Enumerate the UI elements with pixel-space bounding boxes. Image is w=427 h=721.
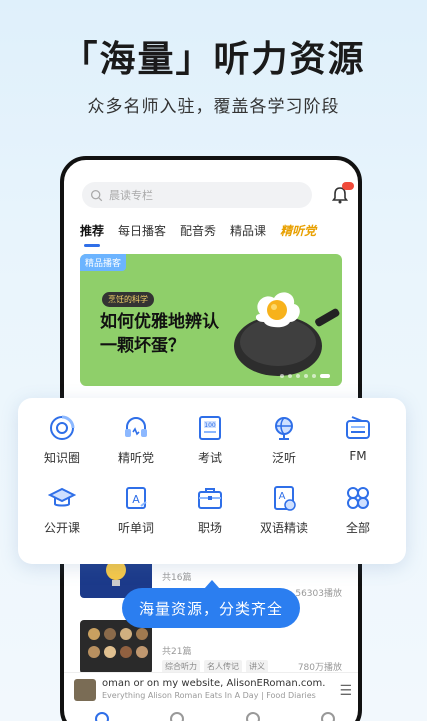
notification-badge [342,182,354,190]
category-label: 职场 [197,521,222,535]
knowledge-circle-icon [50,415,75,440]
graduation-cap-icon [48,487,76,507]
category-label: 泛听 [271,451,296,465]
category-extensive-listening[interactable]: 泛听 [249,414,319,466]
category-label: FM [349,449,367,463]
nav-listen-icon[interactable] [170,712,185,721]
banner-category-pill: 烹饪的科学 [102,292,154,307]
promo-headline: 「海量」听力资源 [61,39,366,80]
category-label: 听单词 [117,521,154,535]
category-workplace[interactable]: 职场 [175,484,245,536]
tab-daily-podcast[interactable]: 每日播客 [118,222,166,239]
briefcase-icon [198,488,222,509]
list-item-count: 共16篇 [162,573,192,583]
svg-text:100: 100 [204,422,216,429]
category-knowledge-circle[interactable]: 知识圈 [27,414,97,466]
category-open-course[interactable]: 公开课 [27,484,97,536]
featured-banner[interactable]: 精品播客 烹饪的科学 如何优雅地辨认一颗坏蛋？ [80,254,342,386]
svg-text:A: A [132,493,140,506]
list-item[interactable]: 共21篇 综合听力 名人传记 讲义 780万播放 [80,620,350,680]
player-text: oman or on my website, AlisonERoman.com.… [102,678,342,702]
category-bilingual-reading[interactable]: A 双语精读 [249,484,319,536]
category-exam[interactable]: 100 考试 [175,414,245,466]
bottom-nav [64,708,358,721]
list-item-thumbnail [80,620,152,674]
nav-home-icon[interactable] [94,712,109,721]
tab-dubbing[interactable]: 配音秀 [180,222,216,239]
promo-tooltip: 海量资源，分类齐全 [122,580,300,628]
category-fm[interactable]: FM [323,414,393,463]
player-title: oman or on my website, AlisonERoman.com. [102,677,326,689]
search-input[interactable]: 晨读专栏 [82,182,312,208]
playlist-menu-icon[interactable]: ☰ [339,683,352,699]
tab-recommend[interactable]: 推荐 [80,222,104,247]
bilingual-doc-icon: A [274,486,296,511]
category-label: 公开课 [43,521,80,535]
category-label: 双语精读 [259,521,308,535]
category-label: 知识圈 [43,451,80,465]
nav-library-icon[interactable] [245,712,260,721]
category-label: 精听党 [117,451,154,465]
category-intensive-listening[interactable]: 精听党 [101,414,171,466]
word-card-icon: A [126,487,147,509]
search-icon [90,189,103,201]
category-listen-words[interactable]: A 听单词 [101,484,171,536]
promo-subline: 众多名师入驻，覆盖各学习阶段 [87,97,340,117]
svg-text:A: A [279,491,286,502]
globe-icon [275,417,293,440]
tab-premium-course[interactable]: 精品课 [230,222,266,239]
notification-bell-icon[interactable] [330,182,354,205]
headphones-icon [125,417,147,437]
mini-player[interactable]: oman or on my website, AlisonERoman.com.… [64,672,358,706]
category-tabs: 推荐 每日播客 配音秀 精品课 精听党 [80,222,316,247]
category-label: 考试 [197,451,222,465]
frying-pan-egg-illustration [234,292,340,376]
player-thumbnail [74,678,96,701]
search-placeholder: 晨读专栏 [109,189,153,202]
tab-intensive-listening[interactable]: 精听党 [280,222,316,239]
banner-title: 如何优雅地辨认一颗坏蛋？ [100,312,219,356]
radio-icon [346,416,370,439]
category-label: 全部 [345,521,370,535]
exam-icon: 100 [199,416,221,440]
category-grid: 知识圈 精听党 100 考试 泛听 FM 公开课 A 听单词 职场 A 双语精读… [18,398,406,564]
list-item-plays: 56303播放 [295,589,342,599]
banner-tag: 精品播客 [80,254,127,271]
list-item-count: 共21篇 [162,647,192,657]
grid-all-icon [347,487,369,509]
banner-pagination [280,374,330,378]
nav-profile-icon[interactable] [321,712,336,721]
player-subtitle: Everything Alison Roman Eats In A Day | … [102,690,316,700]
category-all[interactable]: 全部 [323,484,393,536]
